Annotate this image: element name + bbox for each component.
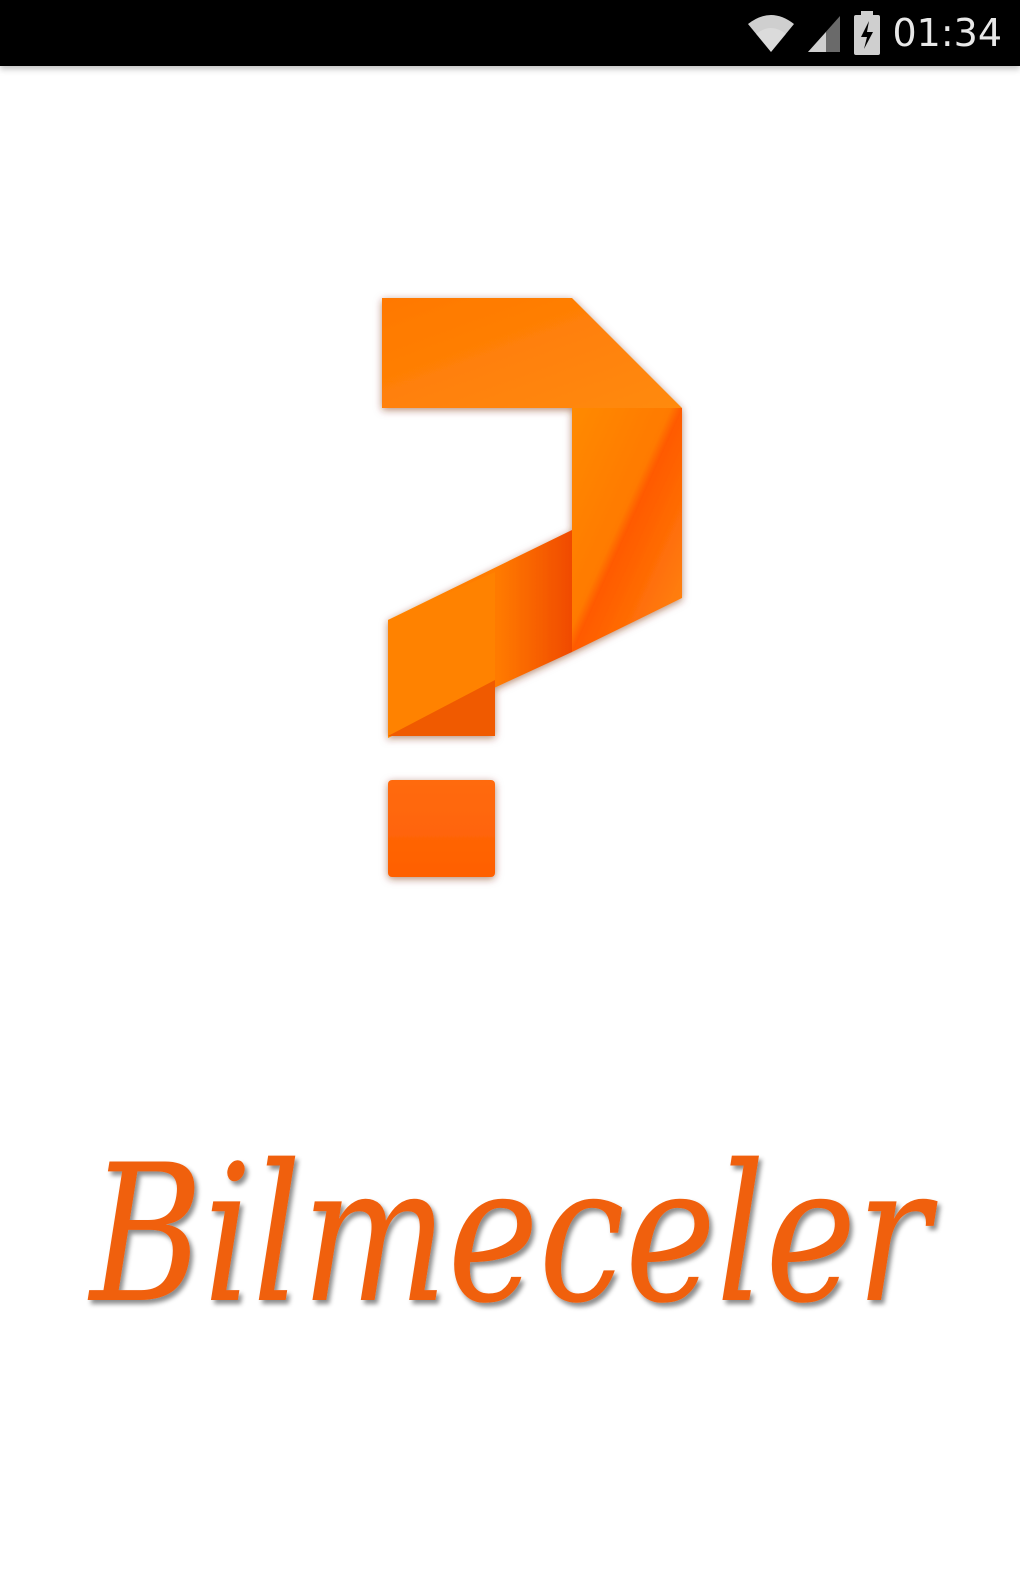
wifi-icon xyxy=(748,15,795,52)
battery-icon xyxy=(854,11,881,55)
app-name-wordmark: Bilmeceler xyxy=(60,1085,960,1385)
cell-signal-icon xyxy=(808,16,841,52)
status-time: 01:34 xyxy=(892,11,1002,55)
status-bar: 01:34 xyxy=(0,0,1020,66)
app-logo xyxy=(360,280,700,900)
app-name-text: Bilmeceler xyxy=(88,1124,939,1345)
splash-screen: 01:34 Bilmeceler xyxy=(0,0,1020,1573)
status-icons: 01:34 xyxy=(746,0,1002,66)
question-mark-icon xyxy=(382,298,682,877)
